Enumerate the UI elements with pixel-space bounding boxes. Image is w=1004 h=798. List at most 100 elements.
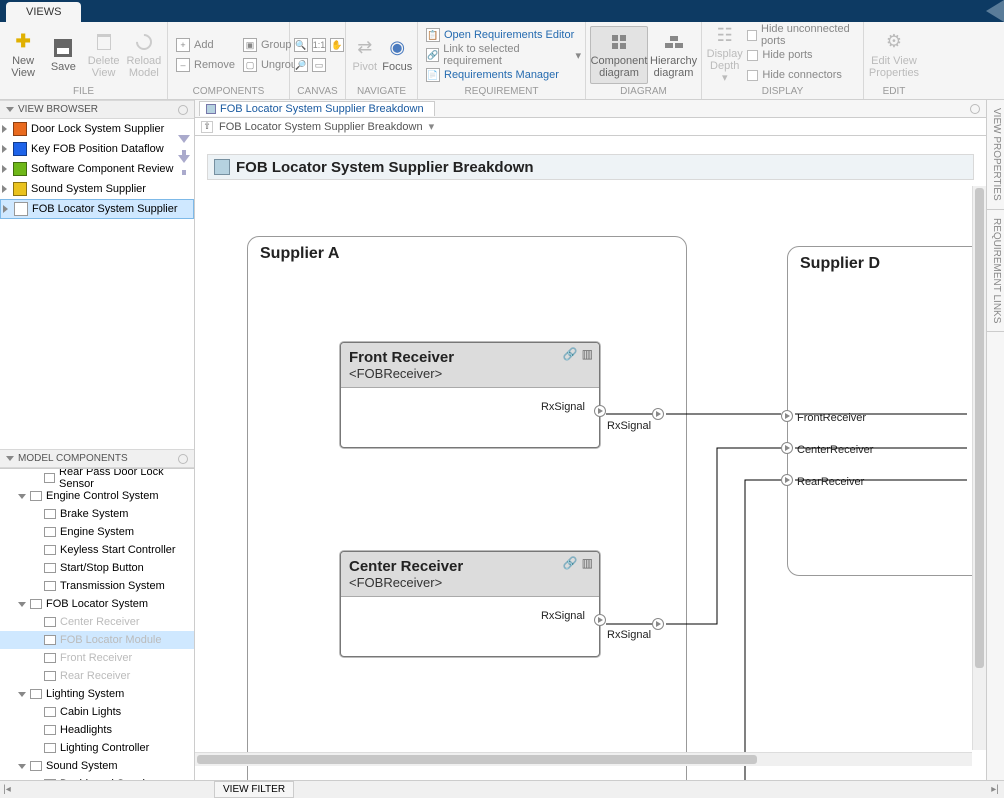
reload-model-button[interactable]: Reload Model <box>125 26 163 84</box>
model-component-item[interactable]: Lighting System <box>0 685 194 703</box>
view-icon <box>214 159 230 175</box>
component-icon <box>30 599 42 609</box>
view-browser-item[interactable]: FOB Locator System Supplier <box>0 199 194 219</box>
collapse-ribbon-icon[interactable] <box>986 0 1004 22</box>
canvas[interactable]: FOB Locator System Supplier Breakdown Su… <box>195 136 986 780</box>
component-icon <box>30 491 42 501</box>
supplier-a-center-port[interactable] <box>652 618 664 630</box>
pan-icon[interactable]: ✋ <box>330 38 344 52</box>
view-browser-item[interactable]: Key FOB Position Dataflow <box>0 139 194 159</box>
edit-view-properties-button[interactable]: ⚙ Edit View Properties <box>868 26 920 84</box>
view-browser-header[interactable]: VIEW BROWSER <box>0 100 194 119</box>
model-components-header[interactable]: MODEL COMPONENTS <box>0 449 194 468</box>
requirement-links-tab[interactable]: REQUIREMENT LINKS <box>987 210 1004 332</box>
model-component-item[interactable]: Headlights <box>0 721 194 739</box>
save-button[interactable]: Save <box>44 26 82 84</box>
supplier-a-front-port[interactable] <box>652 408 664 420</box>
model-component-item[interactable]: FOB Locator Module <box>0 631 194 649</box>
view-color-swatch <box>13 142 27 156</box>
view-properties-tab[interactable]: VIEW PROPERTIES <box>987 100 1004 210</box>
block-decor-icons: 🔗▥ <box>563 347 593 361</box>
hierarchy-diagram-button[interactable]: Hierarchy diagram <box>650 26 697 84</box>
add-component-button[interactable]: +Add <box>176 36 235 54</box>
remove-component-button[interactable]: –Remove <box>176 56 235 74</box>
zoom-region-icon[interactable]: ▭ <box>312 58 326 72</box>
front-receiver-out-port[interactable] <box>594 405 606 417</box>
document-tab[interactable]: FOB Locator System Supplier Breakdown <box>199 101 435 116</box>
component-icon <box>44 671 56 681</box>
view-color-swatch <box>13 122 27 136</box>
model-component-item[interactable]: Engine System <box>0 523 194 541</box>
nav-fwd-button[interactable]: ▸| <box>988 784 1002 795</box>
panel-options-icon[interactable] <box>178 454 188 464</box>
fit-icon[interactable]: 1:1 <box>312 38 326 52</box>
hide-ports-checkbox[interactable]: Hide ports <box>747 46 859 64</box>
supplier-d-front-port[interactable] <box>781 410 793 422</box>
diagram-surface[interactable]: Supplier A Front Receiver <FOBReceiver> … <box>207 186 974 768</box>
component-icon <box>44 545 56 555</box>
component-diagram-button[interactable]: Component diagram <box>590 26 648 84</box>
breadcrumb-text[interactable]: FOB Locator System Supplier Breakdown <box>219 121 423 133</box>
nav-back-button[interactable]: |◂ <box>0 784 14 795</box>
model-component-item[interactable]: Keyless Start Controller <box>0 541 194 559</box>
model-component-item[interactable]: Cabin Lights <box>0 703 194 721</box>
center-receiver-out-port[interactable] <box>594 614 606 626</box>
tab-options-icon[interactable] <box>970 104 980 114</box>
supplier-d-group[interactable]: Supplier D <box>787 246 986 576</box>
gear-icon: ⚙ <box>883 31 905 53</box>
req-manager-button[interactable]: 📄Requirements Manager <box>426 66 581 84</box>
display-depth-button[interactable]: ☷ Display Depth ▾ <box>706 26 743 84</box>
hide-unconnected-ports-checkbox[interactable]: Hide unconnected ports <box>747 26 859 44</box>
zoom-out-icon[interactable]: 🔎 <box>294 58 308 72</box>
model-component-item[interactable]: Lighting Controller <box>0 739 194 757</box>
expand-icon <box>2 165 7 173</box>
scrollbar-thumb[interactable] <box>197 755 757 764</box>
link-icon: 🔗 <box>563 347 578 361</box>
req-manager-icon: 📄 <box>426 68 440 82</box>
focus-button[interactable]: ◉ Focus <box>382 26 413 84</box>
chip-icon: ▥ <box>582 347 593 361</box>
model-component-item[interactable]: Sound System <box>0 757 194 775</box>
model-component-item[interactable]: Front Receiver <box>0 649 194 667</box>
model-component-item[interactable]: Rear Pass Door Lock Sensor <box>0 469 194 487</box>
horizontal-scrollbar[interactable] <box>195 752 972 766</box>
collapse-icon <box>6 456 14 461</box>
vertical-scrollbar[interactable] <box>972 186 986 750</box>
panel-options-icon[interactable] <box>178 105 188 115</box>
expand-icon <box>2 125 7 133</box>
scrollbar-thumb[interactable] <box>975 188 984 668</box>
chevron-down-icon[interactable]: ▾ <box>429 120 435 133</box>
view-browser-item[interactable]: Door Lock System Supplier <box>0 119 194 139</box>
front-receiver-block[interactable]: Front Receiver <FOBReceiver> 🔗▥ RxSignal <box>340 342 600 448</box>
supplier-d-center-port[interactable] <box>781 442 793 454</box>
view-browser-item[interactable]: Software Component Review <box>0 159 194 179</box>
model-component-item[interactable]: Rear Receiver <box>0 667 194 685</box>
checkbox-icon <box>747 30 757 41</box>
views-tab[interactable]: VIEWS <box>6 2 81 22</box>
model-component-item[interactable]: Center Receiver <box>0 613 194 631</box>
hide-connectors-checkbox[interactable]: Hide connectors <box>747 66 859 84</box>
center-receiver-block[interactable]: Center Receiver <FOBReceiver> 🔗▥ RxSigna… <box>340 551 600 657</box>
view-browser-title: VIEW BROWSER <box>18 104 98 115</box>
model-component-item[interactable]: FOB Locator System <box>0 595 194 613</box>
model-component-item[interactable]: Brake System <box>0 505 194 523</box>
supplier-d-rear-port[interactable] <box>781 474 793 486</box>
link-selected-req-button[interactable]: 🔗Link to selected requirement▾ <box>426 46 581 64</box>
zoom-in-icon[interactable]: 🔍 <box>294 38 308 52</box>
model-component-item[interactable]: Transmission System <box>0 577 194 595</box>
delete-view-button[interactable]: Delete View <box>85 26 123 84</box>
component-diagram-icon <box>608 31 630 53</box>
nav-up-button[interactable]: ⇧ <box>201 121 213 133</box>
model-component-item[interactable]: Start/Stop Button <box>0 559 194 577</box>
supplier-a-group[interactable]: Supplier A Front Receiver <FOBReceiver> … <box>247 236 687 780</box>
model-component-item[interactable]: Dashboard Speaker <box>0 775 194 780</box>
model-component-label: Lighting System <box>46 688 124 700</box>
pivot-button[interactable]: ⇄ Pivot <box>350 26 380 84</box>
model-components-panel: Rear Pass Door Lock Sensor Engine Contro… <box>0 468 194 780</box>
view-browser-item[interactable]: Sound System Supplier <box>0 179 194 199</box>
chevron-down-icon: ▾ <box>722 72 728 84</box>
view-filter-tab[interactable]: VIEW FILTER <box>214 781 294 798</box>
new-view-button[interactable]: ✚ New View <box>4 26 42 84</box>
focus-icon: ◉ <box>386 37 408 59</box>
open-req-editor-button[interactable]: 📋Open Requirements Editor <box>426 26 581 44</box>
